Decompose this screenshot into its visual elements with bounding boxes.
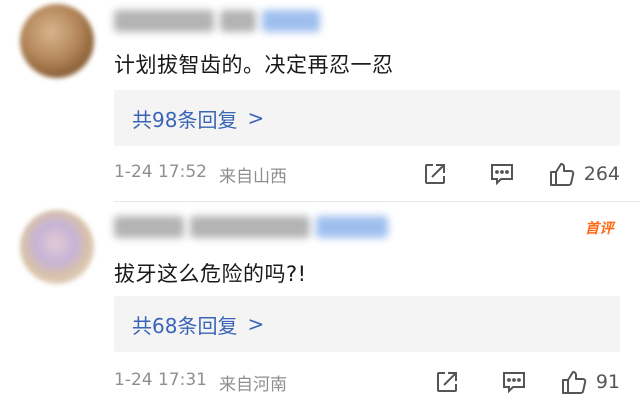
like-count: 91 bbox=[595, 371, 620, 393]
first-comment-badge: 首评 bbox=[585, 221, 614, 237]
blurred-name-part bbox=[262, 10, 320, 32]
comment-meta: 1-24 17:31 来自河南 bbox=[114, 370, 287, 395]
view-replies-button[interactable]: 共98条回复 > bbox=[114, 90, 620, 146]
comment-actions: 264 bbox=[419, 158, 620, 190]
blurred-name-part bbox=[114, 10, 214, 32]
thumbs-up-icon bbox=[561, 371, 587, 394]
comment-bubble-icon bbox=[490, 164, 513, 186]
comment-actions: 91 bbox=[431, 366, 620, 398]
reply-button[interactable] bbox=[498, 366, 530, 398]
share-button[interactable] bbox=[431, 366, 463, 398]
comment-time: 1-24 17:31 bbox=[114, 370, 207, 390]
like-button[interactable]: 91 bbox=[560, 368, 620, 396]
like-button[interactable]: 264 bbox=[548, 160, 620, 188]
username-blurred[interactable] bbox=[114, 6, 320, 36]
reply-button[interactable] bbox=[486, 158, 518, 190]
comment-location: 来自河南 bbox=[218, 375, 287, 395]
share-external-icon bbox=[424, 164, 445, 184]
comment-time: 1-24 17:52 bbox=[114, 162, 207, 182]
chevron-right-icon: > bbox=[247, 106, 265, 130]
comment-item: 首评 拔牙这么危险的吗?! 共68条回复 > 1-24 17:31 来自河南 9… bbox=[0, 202, 640, 401]
comment-location: 来自山西 bbox=[218, 167, 287, 187]
blurred-name-part bbox=[190, 216, 310, 238]
avatar[interactable] bbox=[20, 4, 94, 78]
blurred-name-part bbox=[316, 216, 388, 238]
chevron-right-icon: > bbox=[247, 312, 265, 336]
replies-label: 共98条回复 bbox=[132, 107, 238, 132]
comment-text: 拔牙这么危险的吗?! bbox=[114, 262, 307, 286]
share-button[interactable] bbox=[419, 158, 451, 190]
username-blurred[interactable] bbox=[114, 212, 388, 242]
share-external-icon bbox=[436, 372, 457, 392]
thumbs-up-icon bbox=[549, 163, 574, 186]
like-count: 264 bbox=[583, 163, 620, 185]
blurred-name-part bbox=[114, 216, 184, 238]
avatar[interactable] bbox=[20, 210, 94, 284]
comment-item: 计划拔智齿的。决定再忍一忍 共98条回复 > 1-24 17:52 来自山西 2… bbox=[0, 0, 640, 202]
blurred-name-part bbox=[220, 10, 256, 32]
comment-meta: 1-24 17:52 来自山西 bbox=[114, 162, 287, 187]
comment-bubble-icon bbox=[502, 372, 525, 394]
replies-label: 共68条回复 bbox=[132, 313, 238, 338]
comment-text: 计划拔智齿的。决定再忍一忍 bbox=[114, 53, 394, 77]
view-replies-button[interactable]: 共68条回复 > bbox=[114, 296, 620, 352]
